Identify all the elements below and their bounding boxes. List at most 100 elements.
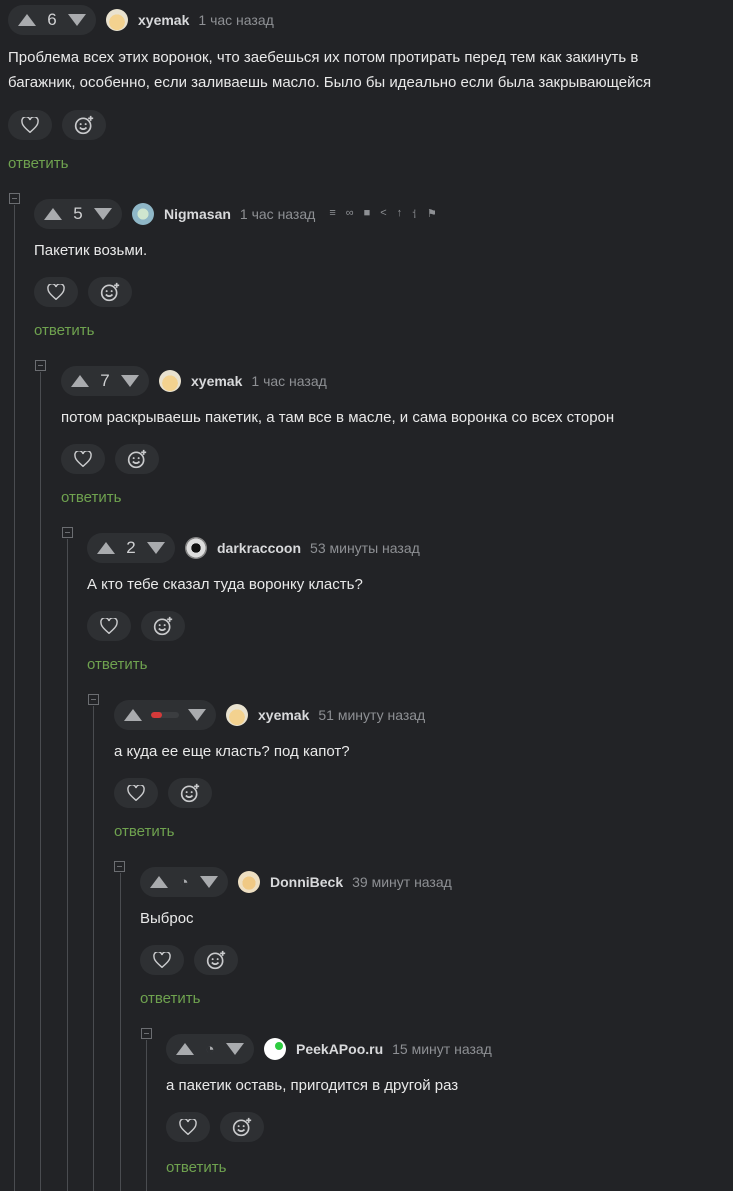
like-button[interactable] xyxy=(166,1112,210,1142)
timestamp[interactable]: 53 минуты назад xyxy=(310,540,420,556)
comment-text: а пакетик оставь, пригодится в другой ра… xyxy=(166,1077,459,1094)
avatar[interactable] xyxy=(132,203,154,225)
like-button[interactable] xyxy=(114,778,158,808)
upvote-icon[interactable] xyxy=(176,1043,194,1055)
timestamp[interactable]: 1 час назад xyxy=(198,12,273,28)
timestamp[interactable]: 51 минуту назад xyxy=(318,707,425,723)
downvote-icon[interactable] xyxy=(226,1043,244,1055)
upvote-icon[interactable] xyxy=(71,375,89,387)
reply-link[interactable]: ответить xyxy=(140,990,200,1007)
upvote-icon[interactable] xyxy=(124,709,142,721)
reply-link[interactable]: ответить xyxy=(87,656,147,673)
rating-control: 6 xyxy=(8,5,96,35)
reply-link[interactable]: ответить xyxy=(34,322,94,339)
timestamp[interactable]: 1 час назад xyxy=(240,206,315,222)
rss-icon[interactable]: ≡ xyxy=(329,207,335,222)
reply-link[interactable]: ответить xyxy=(166,1159,226,1176)
save-icon[interactable]: ■ xyxy=(364,207,371,222)
downvote-icon[interactable] xyxy=(68,14,86,26)
like-button[interactable] xyxy=(140,945,184,975)
heart-icon xyxy=(21,117,39,133)
avatar[interactable] xyxy=(106,9,128,31)
timestamp[interactable]: 39 минут назад xyxy=(352,874,452,890)
like-button[interactable] xyxy=(34,277,78,307)
timestamp[interactable]: 1 час назад xyxy=(251,373,326,389)
downvote-icon[interactable] xyxy=(188,709,206,721)
thread-line xyxy=(67,539,68,1191)
score: 6 xyxy=(47,10,57,29)
downvote-icon[interactable] xyxy=(200,876,218,888)
heart-icon xyxy=(74,451,92,467)
upvote-icon[interactable] xyxy=(44,208,62,220)
timestamp[interactable]: 15 минут назад xyxy=(392,1041,492,1057)
collapse-thread-button[interactable] xyxy=(62,527,73,538)
add-reaction-button[interactable] xyxy=(141,611,185,641)
comment-text-line: Проблема всех этих воронок, что заебешьс… xyxy=(8,49,639,66)
add-reaction-button[interactable] xyxy=(220,1112,264,1142)
comment-text: Выброс xyxy=(140,910,194,927)
avatar[interactable] xyxy=(264,1038,286,1060)
share-icon[interactable]: < xyxy=(380,207,386,222)
comment-text-line: багажник, особенно, если заливаешь масло… xyxy=(8,74,652,91)
collapse-thread-button[interactable] xyxy=(9,193,20,204)
add-reaction-button[interactable] xyxy=(115,444,159,474)
collapse-thread-button[interactable] xyxy=(35,360,46,371)
avatar[interactable] xyxy=(226,704,248,726)
score: 2 xyxy=(126,538,136,557)
link-icon[interactable]: ∞ xyxy=(346,207,354,222)
avatar[interactable] xyxy=(185,537,207,559)
rating-control: ◔ xyxy=(140,867,228,897)
branch-icon[interactable]: ⸶ xyxy=(412,207,417,222)
pending-clock-icon: ◔ xyxy=(179,873,189,891)
comment-tools: ≡ ∞ ■ < ↑ ⸶ ⚑ xyxy=(329,207,437,222)
thread-line xyxy=(14,205,15,1191)
rating-control: ◔ xyxy=(166,1034,254,1064)
rating-control: 5 xyxy=(34,199,122,229)
add-reaction-button[interactable] xyxy=(194,945,238,975)
downvote-icon[interactable] xyxy=(147,542,165,554)
author-name[interactable]: DonniBeck xyxy=(270,874,343,890)
collapse-thread-button[interactable] xyxy=(114,861,125,872)
author-name[interactable]: xyemak xyxy=(191,373,242,389)
heart-icon xyxy=(153,952,171,968)
comment-text: А кто тебе сказал туда воронку класть? xyxy=(87,576,363,593)
collapse-thread-button[interactable] xyxy=(141,1028,152,1039)
reply-link[interactable]: ответить xyxy=(8,155,68,172)
author-name[interactable]: Nigmasan xyxy=(164,206,231,222)
avatar[interactable] xyxy=(238,871,260,893)
author-name[interactable]: xyemak xyxy=(138,12,189,28)
add-emoji-icon xyxy=(153,616,173,636)
collapse-thread-button[interactable] xyxy=(88,694,99,705)
like-button[interactable] xyxy=(87,611,131,641)
add-reaction-button[interactable] xyxy=(62,110,106,140)
author-name[interactable]: darkraccoon xyxy=(217,540,301,556)
upvote-icon[interactable] xyxy=(18,14,36,26)
like-button[interactable] xyxy=(8,110,52,140)
reply-link[interactable]: ответить xyxy=(61,489,121,506)
rating-control: 2 xyxy=(87,533,175,563)
heart-icon xyxy=(47,284,65,300)
add-reaction-button[interactable] xyxy=(88,277,132,307)
like-button[interactable] xyxy=(61,444,105,474)
heart-icon xyxy=(179,1119,197,1135)
add-emoji-icon xyxy=(100,282,120,302)
upvote-icon[interactable] xyxy=(150,876,168,888)
avatar[interactable] xyxy=(159,370,181,392)
score: 5 xyxy=(73,204,83,223)
downvote-icon[interactable] xyxy=(94,208,112,220)
downvote-icon[interactable] xyxy=(121,375,139,387)
thread-line xyxy=(120,873,121,1191)
add-reaction-button[interactable] xyxy=(168,778,212,808)
heart-icon xyxy=(127,785,145,801)
author-name[interactable]: xyemak xyxy=(258,707,309,723)
flag-icon[interactable]: ⚑ xyxy=(427,207,437,222)
upvote-icon[interactable] xyxy=(97,542,115,554)
author-name[interactable]: PeekAPoo.ru xyxy=(296,1041,383,1057)
thread-line xyxy=(93,706,94,1191)
comment-text: а куда ее еще класть? под капот? xyxy=(114,743,350,760)
add-emoji-icon xyxy=(206,950,226,970)
scroll-to-parent-icon[interactable]: ↑ xyxy=(397,207,403,222)
thread-line xyxy=(40,372,41,1191)
reply-link[interactable]: ответить xyxy=(114,823,174,840)
add-emoji-icon xyxy=(232,1117,252,1137)
